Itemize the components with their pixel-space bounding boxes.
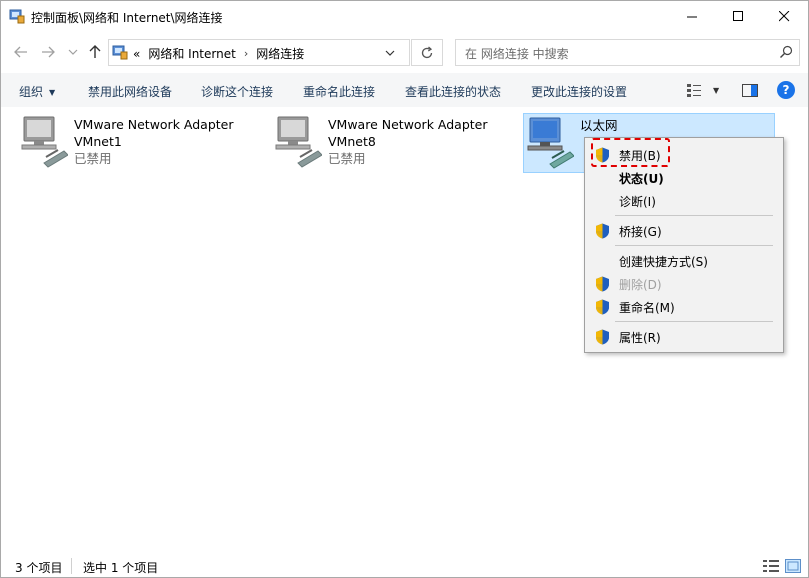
caret-down-icon: ▼ — [713, 85, 720, 95]
menu-item-label: 状态(U) — [619, 172, 664, 186]
forward-button[interactable] — [37, 41, 59, 63]
breadcrumb-network-connections[interactable]: 网络连接 — [256, 45, 304, 62]
network-adapter-disabled-icon — [275, 116, 322, 168]
maximize-icon — [732, 11, 743, 21]
search-box[interactable]: 在 网络连接 中搜索 — [455, 39, 800, 66]
menu-item-label: 重命名(M) — [619, 301, 675, 315]
up-button[interactable] — [84, 41, 106, 63]
uac-shield-icon — [596, 223, 609, 239]
chevron-down-icon — [385, 50, 395, 56]
uac-shield-icon — [596, 329, 609, 345]
menu-item-label: 删除(D) — [619, 278, 662, 292]
rename-connection-button[interactable]: 重命名此连接 — [303, 83, 375, 100]
organize-menu[interactable]: 组织 ▼ — [19, 83, 55, 100]
view-status-button[interactable]: 查看此连接的状态 — [405, 83, 501, 100]
address-dropdown-button[interactable] — [382, 46, 398, 60]
window-title: 控制面板\网络和 Internet\网络连接 — [31, 11, 223, 25]
menu-separator — [615, 215, 773, 216]
back-button[interactable] — [10, 41, 32, 63]
item-count: 3 个项目 — [15, 561, 63, 575]
connection-status: 已禁用 — [328, 151, 366, 166]
address-bar[interactable]: « 网络和 Internet › 网络连接 — [108, 39, 410, 66]
menu-separator — [615, 245, 773, 246]
menu-item-label: 桥接(G) — [619, 225, 662, 239]
network-folder-icon — [112, 45, 128, 60]
refresh-icon — [421, 46, 433, 58]
menu-item-rename[interactable]: 重命名(M) — [585, 296, 783, 318]
refresh-button[interactable] — [411, 39, 443, 66]
uac-shield-icon — [596, 299, 609, 315]
connection-name: VMware Network Adapter — [74, 117, 234, 132]
details-view-icon[interactable] — [763, 559, 779, 573]
diagnose-connection-button[interactable]: 诊断这个连接 — [201, 83, 273, 100]
connection-name: 以太网 — [580, 118, 618, 133]
title-bar: 控制面板\网络和 Internet\网络连接 — [1, 1, 808, 32]
connection-status: 已禁用 — [74, 151, 112, 166]
menu-separator — [615, 321, 773, 322]
disable-device-button[interactable]: 禁用此网络设备 — [88, 83, 172, 100]
close-button[interactable] — [761, 1, 807, 32]
preview-pane-button[interactable] — [742, 82, 758, 98]
maximize-button[interactable] — [715, 1, 761, 32]
caret-down-icon: ▼ — [49, 88, 56, 97]
minimize-button[interactable] — [669, 1, 715, 32]
connection-adapter: VMnet1 — [74, 134, 122, 149]
connection-item[interactable]: VMware Network Adapter VMnet1 已禁用 — [18, 113, 258, 171]
menu-item-label: 诊断(I) — [619, 195, 656, 209]
arrow-left-icon — [14, 46, 27, 58]
menu-item-create-shortcut[interactable]: 创建快捷方式(S) — [585, 250, 783, 272]
minimize-icon — [686, 16, 697, 18]
menu-item-properties[interactable]: 属性(R) — [585, 326, 783, 348]
change-settings-button[interactable]: 更改此连接的设置 — [531, 83, 627, 100]
help-icon[interactable]: ? — [777, 81, 795, 99]
breadcrumb: « 网络和 Internet › 网络连接 — [133, 45, 312, 62]
menu-item-bridge[interactable]: 桥接(G) — [585, 220, 783, 242]
arrow-right-icon — [42, 46, 55, 58]
connection-adapter: VMnet8 — [328, 134, 376, 149]
breadcrumb-separator[interactable]: › — [244, 47, 248, 60]
close-icon — [778, 11, 789, 22]
uac-shield-icon — [596, 276, 609, 292]
menu-item-label: 创建快捷方式(S) — [619, 255, 708, 269]
selection-count: 选中 1 个项目 — [83, 561, 159, 575]
network-adapter-disabled-icon — [21, 116, 68, 168]
connection-name: VMware Network Adapter — [328, 117, 488, 132]
breadcrumb-network-internet[interactable]: 网络和 Internet — [148, 45, 235, 62]
organize-label: 组织 — [19, 85, 44, 99]
status-divider — [71, 558, 72, 574]
details-view-icon — [687, 84, 701, 97]
menu-item-label: 属性(R) — [619, 331, 661, 345]
menu-item-delete: 删除(D) — [585, 273, 783, 295]
connection-item[interactable]: VMware Network Adapter VMnet8 已禁用 — [272, 113, 512, 171]
menu-item-diagnose[interactable]: 诊断(I) — [585, 190, 783, 212]
preview-pane-icon — [742, 83, 758, 97]
menu-item-status[interactable]: 状态(U) — [585, 167, 783, 189]
search-icon — [780, 45, 793, 58]
highlight-annotation — [591, 138, 670, 167]
network-folder-icon — [9, 9, 25, 24]
status-bar: 3 个项目 选中 1 个项目 — [1, 553, 808, 577]
network-adapter-icon — [527, 117, 574, 169]
network-connections-window: 控制面板\网络和 Internet\网络连接 « 网络和 Internet › … — [0, 0, 809, 578]
breadcrumb-overflow[interactable]: « — [133, 47, 140, 61]
large-icons-view-icon[interactable] — [785, 559, 801, 573]
change-view-button[interactable]: ▼ — [687, 82, 719, 98]
arrow-up-icon — [89, 45, 101, 58]
chevron-down-icon — [68, 49, 78, 55]
recent-dropdown-button[interactable] — [62, 41, 84, 63]
command-bar: 组织 ▼ 禁用此网络设备 诊断这个连接 重命名此连接 查看此连接的状态 更改此连接… — [1, 73, 808, 107]
context-menu: 禁用(B) 状态(U) 诊断(I) 桥接(G) 创建快捷方式(S) 删除(D) … — [584, 137, 784, 353]
search-input[interactable]: 在 网络连接 中搜索 — [465, 45, 569, 62]
